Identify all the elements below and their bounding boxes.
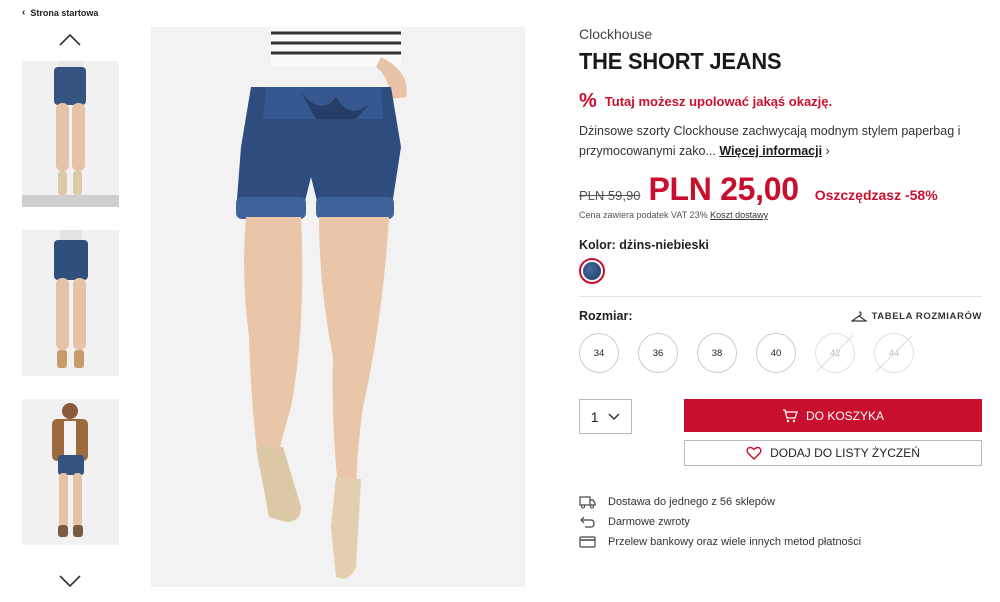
thumbnail-image-3[interactable] xyxy=(22,399,119,545)
size-label: Rozmiar: xyxy=(579,309,633,323)
benefit-returns-text: Darmowe zwroty xyxy=(608,516,690,528)
add-to-cart-button[interactable]: DO KOSZYKA xyxy=(684,399,982,432)
model-shorts-photo xyxy=(151,27,525,587)
quantity-value: 1 xyxy=(590,408,599,425)
brand-name: Clockhouse xyxy=(579,26,653,42)
return-icon xyxy=(580,516,595,528)
old-price: PLN 59,90 xyxy=(579,188,641,203)
size-option-42[interactable]: 42 xyxy=(815,333,855,373)
size-table-label: TABELA ROZMIARÓW xyxy=(871,310,982,322)
quantity-select[interactable]: 1 xyxy=(579,399,632,434)
thumbnail-scroll-up-button[interactable] xyxy=(58,32,82,48)
size-table-link[interactable]: TABELA ROZMIARÓW xyxy=(850,310,982,322)
model-back-image xyxy=(22,230,119,376)
swatch-fill xyxy=(583,262,601,280)
benefits-list: Dostawa do jednego z 56 sklepów Darmowe … xyxy=(579,492,982,552)
current-price: PLN 25,00 xyxy=(648,171,799,207)
size-option-34[interactable]: 34 xyxy=(579,333,619,373)
promo-text: Tutaj możesz upolować jakąś okazję. xyxy=(604,94,833,109)
thumbnail-image-1[interactable] xyxy=(22,61,119,207)
back-link-label: Strona startowa xyxy=(30,8,99,18)
savings-badge: Oszczędzasz -58% xyxy=(814,187,938,203)
action-buttons: DO KOSZYKA DODAJ DO LISTY ŻYCZEŃ xyxy=(684,399,982,466)
vat-text: Cena zawiera podatek VAT 23% xyxy=(579,210,708,220)
benefit-payment: Przelew bankowy oraz wiele innych metod … xyxy=(579,532,982,552)
benefit-delivery-text: Dostawa do jednego z 56 sklepów xyxy=(608,496,775,508)
chevron-left-icon: ‹ xyxy=(22,7,26,18)
thumbnail-image-2[interactable] xyxy=(22,230,119,376)
model-full-image xyxy=(22,399,119,545)
thumbnail-scroll-down-button[interactable] xyxy=(58,573,82,589)
back-link[interactable]: ‹ Strona startowa xyxy=(22,7,99,19)
card-icon xyxy=(579,536,596,548)
size-selector: 34 36 38 40 42 44 xyxy=(579,333,982,373)
chevron-down-icon xyxy=(59,575,81,588)
hanger-icon xyxy=(850,310,867,322)
divider xyxy=(579,296,982,297)
size-option-44[interactable]: 44 xyxy=(874,333,914,373)
thumbnail-active-indicator xyxy=(22,195,119,207)
size-header: Rozmiar: TABELA ROZMIARÓW xyxy=(579,309,982,323)
vat-info: Cena zawiera podatek VAT 23% Koszt dosta… xyxy=(579,210,982,220)
chevron-up-icon xyxy=(59,33,81,46)
shipping-cost-link[interactable]: Koszt dostawy xyxy=(710,210,768,220)
chevron-down-icon xyxy=(608,412,620,420)
product-title: THE SHORT JEANS xyxy=(579,48,782,74)
price-row: PLN 59,90 PLN 25,00 Oszczędzasz -58% xyxy=(579,171,982,208)
buy-row: 1 DO KOSZYKA DODAJ DO LISTY ŻYCZEŃ xyxy=(579,399,982,466)
more-info-link[interactable]: Więcej informacji xyxy=(719,144,822,158)
cart-icon xyxy=(782,408,798,422)
size-option-36[interactable]: 36 xyxy=(638,333,678,373)
product-info-panel: Clockhouse THE SHORT JEANS % Tutaj możes… xyxy=(579,26,982,552)
product-description: Dżinsowe szorty Clockhouse zachwycają mo… xyxy=(579,121,982,161)
truck-icon xyxy=(579,496,596,509)
main-product-image[interactable] xyxy=(151,27,525,587)
size-option-38[interactable]: 38 xyxy=(697,333,737,373)
add-to-cart-label: DO KOSZYKA xyxy=(805,408,885,423)
benefit-returns: Darmowe zwroty xyxy=(579,512,982,532)
size-option-40[interactable]: 40 xyxy=(756,333,796,373)
promo-banner: % Tutaj możesz upolować jakąś okazję. xyxy=(579,90,982,113)
model-front-image xyxy=(22,61,119,207)
add-to-wishlist-label: DODAJ DO LISTY ŻYCZEŃ xyxy=(770,446,920,460)
heart-icon xyxy=(746,446,762,460)
add-to-wishlist-button[interactable]: DODAJ DO LISTY ŻYCZEŃ xyxy=(684,440,982,466)
color-label: Kolor: dżins-niebieski xyxy=(579,238,709,252)
color-swatch-denim[interactable] xyxy=(579,258,605,284)
chevron-right-icon: › xyxy=(825,144,830,158)
benefit-payment-text: Przelew bankowy oraz wiele innych metod … xyxy=(608,536,862,548)
benefit-delivery: Dostawa do jednego z 56 sklepów xyxy=(579,492,982,512)
percent-icon: % xyxy=(579,90,597,112)
